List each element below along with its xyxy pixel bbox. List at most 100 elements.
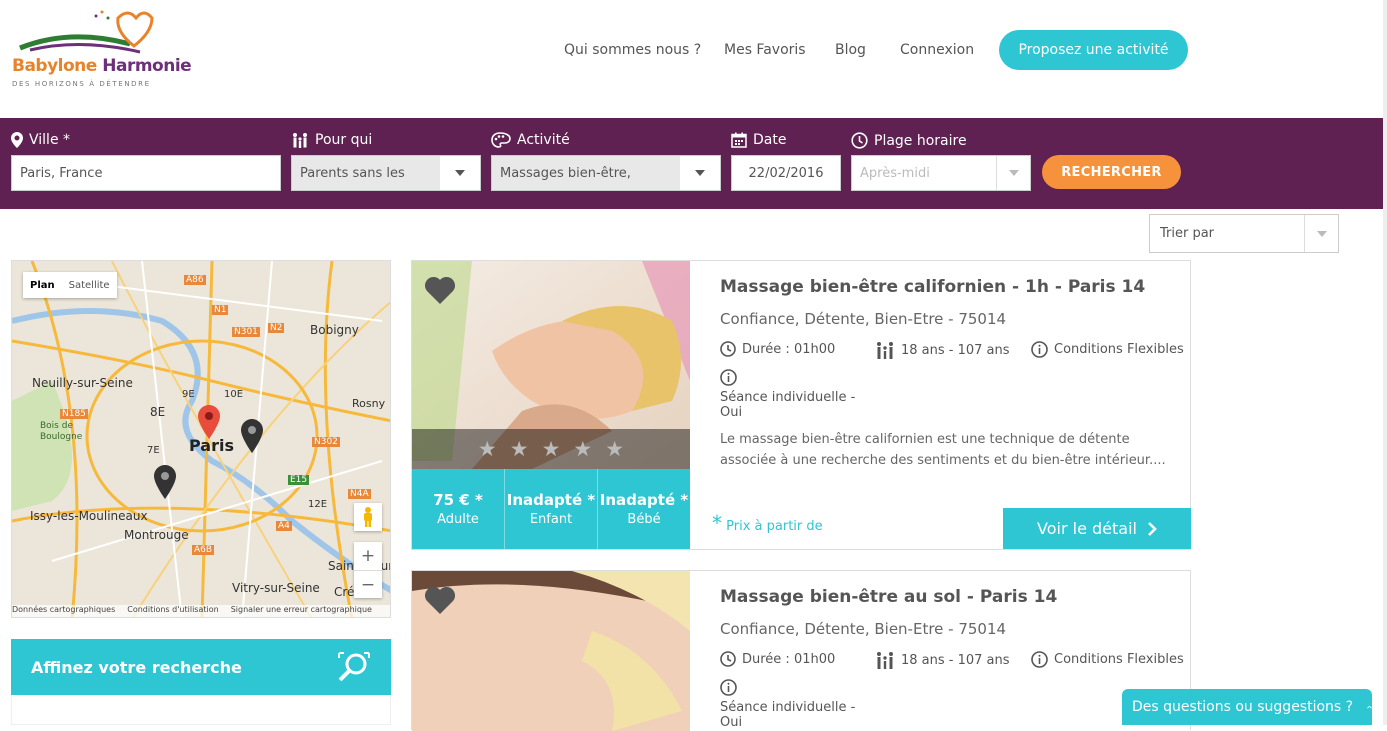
favorite-heart-icon[interactable] [424,275,456,305]
map-label: Montrouge [124,528,189,542]
road-label: E15 [288,475,310,485]
palette-icon [491,132,511,148]
location-pin-icon [11,132,23,148]
search-bar: Ville * Paris, France Pour qui Parents s… [0,118,1387,209]
price-audience: Adulte [437,512,479,527]
session-type: Séance individuelle - [720,700,856,715]
road-label: N302 [312,437,340,447]
street-view-pegman-icon[interactable] [354,503,382,531]
pourqui-value: Parents sans les [300,165,405,181]
family-icon [877,652,893,669]
info-icon [720,369,737,386]
plage-select[interactable]: Après-midi [851,155,1031,191]
logo[interactable]: Babylone Harmonie DES HORIZONS À DÉTENDR… [10,8,192,92]
map-footer: Données cartographiques Conditions d'uti… [12,605,390,617]
age-range: 18 ans - 107 ans [901,652,1010,668]
road-label: N4A [348,489,371,499]
activity-title[interactable]: Massage bien-être californien - 1h - Par… [720,277,1145,297]
star-icon: ★ [509,437,529,461]
map-marker-icon[interactable] [154,465,176,499]
view-detail-button[interactable]: Voir le détail [1003,508,1191,549]
star-icon: ★ [605,437,625,461]
nav-blog[interactable]: Blog [835,42,866,58]
info-icon [720,679,737,696]
results-map[interactable]: Plan Satellite Bobigny Neuilly-sur-Seine… [11,260,391,618]
page-scrollbar[interactable] [1383,0,1387,725]
plage-placeholder: Après-midi [860,165,930,181]
road-label: 12E [308,499,328,510]
chevron-down-icon [440,156,480,190]
chevron-up-icon [1367,705,1372,709]
conditions: Conditions Flexibles [1054,342,1184,357]
price-value: Inadapté * [506,491,596,509]
road-label: N301 [232,327,260,337]
search-magnifier-icon [338,652,370,682]
pourqui-label: Pour qui [315,132,373,148]
map-marker-red-icon[interactable] [198,405,220,439]
logo-heart-icon [19,10,154,54]
map-type-tabs: Plan Satellite [23,272,117,298]
map-data-link[interactable]: Données cartographiques [12,605,115,617]
price-value: Inadapté * [599,491,689,509]
clock-icon [851,132,868,149]
clock-icon [720,651,736,667]
ville-input[interactable]: Paris, France [11,155,281,191]
star-icon: ★ [477,437,497,461]
road-label: N185 [60,409,88,419]
map-tab-satellite[interactable]: Satellite [62,272,117,298]
chevron-down-icon [996,156,1030,190]
result-card[interactable]: Massage bien-être au sol - Paris 14 Conf… [411,570,1191,731]
activity-photo [412,571,690,731]
logo-name-1: Babylone [12,56,97,76]
activity-tags: Confiance, Détente, Bien-Etre - 75014 [720,620,1007,638]
map-tab-plan[interactable]: Plan [23,272,62,298]
propose-activity-button[interactable]: Proposez une activité [999,30,1188,70]
date-input[interactable]: 22/02/2016 [731,155,841,191]
map-terms-link[interactable]: Conditions d'utilisation [127,605,218,617]
result-card[interactable]: ★ ★ ★ ★ ★ 75 € * Adulte Inadapté * Enfant Inad… [411,260,1191,550]
price-child: Inadapté * Enfant [505,469,598,549]
star-icon: ★ [573,437,593,461]
price-audience: Bébé [627,512,661,527]
pourqui-select[interactable]: Parents sans les [291,155,481,191]
plage-label: Plage horaire [874,132,967,149]
chevron-right-icon [1148,521,1157,536]
price-value: 75 € * [433,491,483,509]
sort-select[interactable]: Trier par [1149,214,1339,253]
chevron-down-icon [1304,215,1338,252]
activity-tags: Confiance, Détente, Bien-Etre - 75014 [720,310,1007,328]
map-label: Vitry-sur-Seine [232,581,320,595]
zoom-in-button[interactable]: + [354,542,382,570]
age-range: 18 ans - 107 ans [901,342,1010,358]
activite-label: Activité [517,132,570,148]
price-row: 75 € * Adulte Inadapté * Enfant Inadapté *… [412,469,690,549]
nav-favorites[interactable]: Mes Favoris [724,42,806,58]
nav-about[interactable]: Qui sommes nous ? [564,42,701,58]
session-value: Oui [720,715,743,730]
activite-value: Massages bien-être, [500,165,631,181]
refine-label: Affinez votre recherche [31,657,242,677]
nav-login[interactable]: Connexion [900,42,974,58]
info-icon [1031,341,1048,358]
zoom-out-button[interactable]: − [354,570,382,598]
logo-tagline: DES HORIZONS À DÉTENDRE [12,80,151,88]
map-zoom-controls: + − [354,542,382,598]
activity-title[interactable]: Massage bien-être au sol - Paris 14 [720,587,1057,607]
road-label: A86 [184,275,206,285]
search-button[interactable]: RECHERCHER [1042,155,1181,189]
refine-search-header[interactable]: Affinez votre recherche [11,639,391,695]
family-icon [293,133,307,148]
map-marker-icon[interactable] [241,419,263,453]
ville-label: Ville * [29,132,71,148]
site-header: Babylone Harmonie DES HORIZONS À DÉTENDR… [0,0,1387,118]
activite-select[interactable]: Massages bien-être, [491,155,721,191]
road-label: 10E [224,389,244,400]
map-label: Issy-les-Moulineaux [30,509,148,523]
calendar-icon [731,132,747,148]
map-report-link[interactable]: Signaler une erreur cartographique [231,605,372,617]
duration: Durée : 01h00 [742,341,836,357]
favorite-heart-icon[interactable] [424,585,456,615]
clock-icon [720,341,736,357]
feedback-button[interactable]: Des questions ou suggestions ? [1122,689,1372,725]
road-label: N1 [212,305,229,315]
